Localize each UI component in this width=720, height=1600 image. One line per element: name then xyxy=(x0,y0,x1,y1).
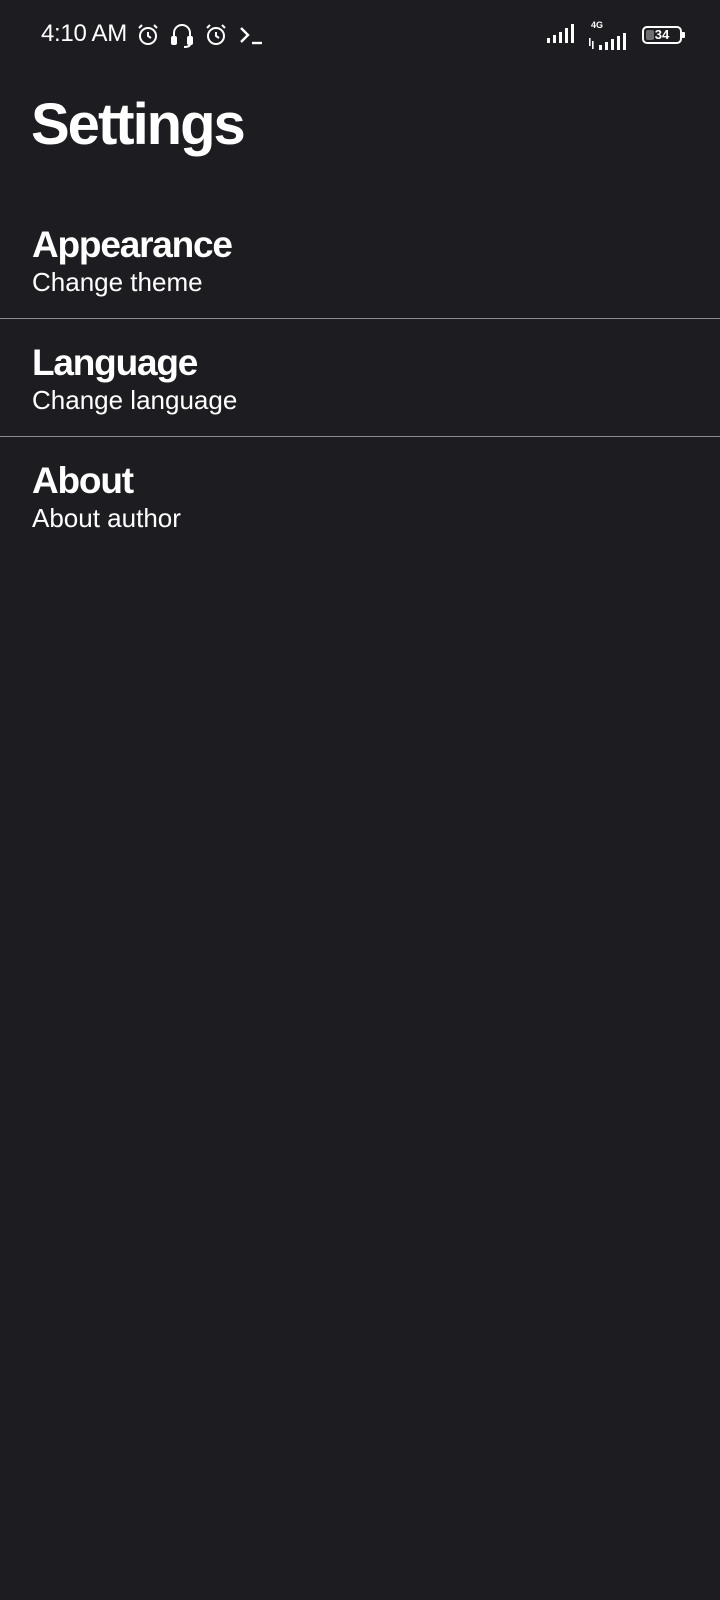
settings-item-language[interactable]: Language Change language xyxy=(0,319,720,437)
headset-icon xyxy=(170,22,194,48)
settings-list: Appearance Change theme Language Change … xyxy=(0,201,720,555)
settings-item-subtitle: Change language xyxy=(32,385,238,415)
network-type-label: 4G xyxy=(591,20,604,30)
status-system-icons: 4G 34 xyxy=(546,18,685,52)
settings-item-title: Appearance xyxy=(32,224,233,265)
settings-item-subtitle: About author xyxy=(32,503,181,533)
network-signal: 4G xyxy=(588,20,628,50)
terminal-icon xyxy=(238,24,264,46)
signal-icon xyxy=(589,33,626,50)
settings-item-about[interactable]: About About author xyxy=(0,437,720,555)
settings-item-appearance[interactable]: Appearance Change theme xyxy=(0,201,720,319)
settings-item-subtitle: Change theme xyxy=(32,267,203,297)
status-bar: 4:10 AM 4G 34 xyxy=(0,0,720,70)
page-title: Settings xyxy=(31,92,246,157)
settings-item-title: Language xyxy=(32,342,198,383)
alarm-icon xyxy=(204,23,228,47)
signal-icon xyxy=(546,23,574,48)
battery-icon: 34 xyxy=(642,26,685,44)
status-notification-icons xyxy=(136,20,264,50)
alarm-icon xyxy=(136,23,160,47)
settings-item-title: About xyxy=(32,460,134,501)
battery-level: 34 xyxy=(654,27,670,42)
status-time: 4:10 AM xyxy=(41,20,127,47)
